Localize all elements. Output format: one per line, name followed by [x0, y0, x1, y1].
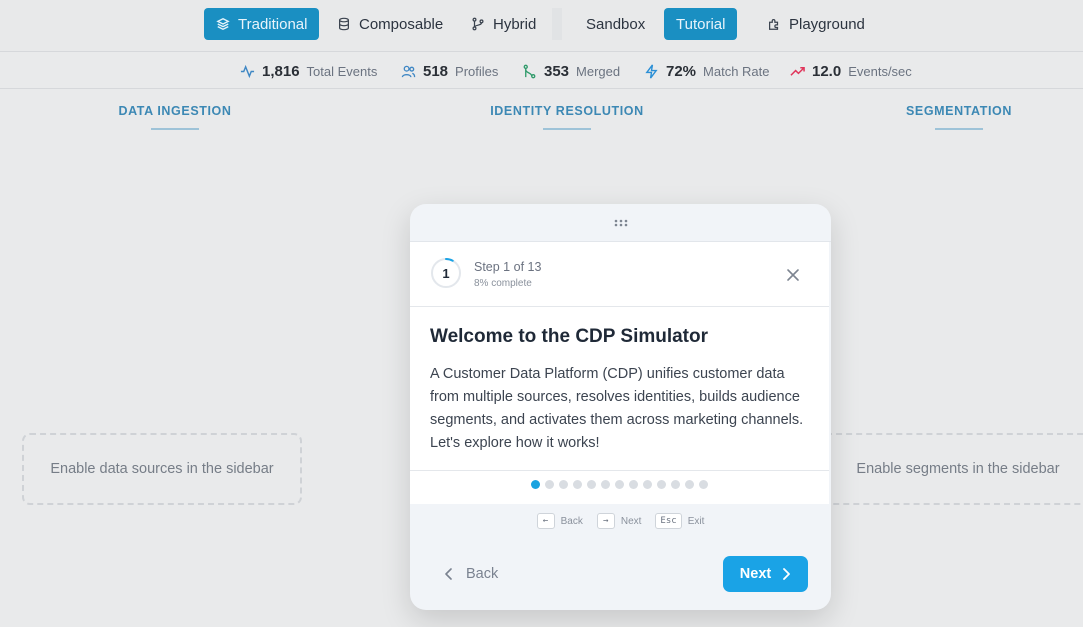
- chevron-left-icon: [445, 568, 452, 580]
- stat-label: Match Rate: [703, 63, 770, 79]
- column-heading-segmentation: SEGMENTATION: [905, 104, 1013, 118]
- zap-icon: [645, 64, 658, 78]
- step-dot[interactable]: [615, 480, 624, 489]
- next-button[interactable]: Next: [723, 556, 808, 592]
- users-icon: [401, 65, 416, 77]
- nav-sandbox-button[interactable]: Sandbox: [574, 8, 657, 40]
- data-sources-empty-state: Enable data sources in the sidebar: [22, 433, 302, 505]
- hint-label: Next: [620, 515, 642, 527]
- close-icon[interactable]: [784, 266, 802, 284]
- column-underline: [543, 128, 591, 130]
- step-dot[interactable]: [601, 480, 610, 489]
- stat-label: Merged: [576, 63, 621, 79]
- step-counter: Step 1 of 13: [474, 260, 542, 274]
- divider: [410, 306, 829, 307]
- key-escape: Esc: [655, 513, 682, 529]
- step-number: 1: [442, 265, 450, 281]
- back-button[interactable]: Back: [444, 560, 498, 588]
- database-icon: [339, 17, 349, 31]
- grip-icon: [614, 219, 627, 226]
- hint-back: ← Back: [536, 513, 583, 529]
- step-dot[interactable]: [699, 480, 708, 489]
- step-dot[interactable]: [587, 480, 596, 489]
- nav-traditional-button[interactable]: Traditional: [204, 8, 320, 40]
- stat-value: 1,816: [262, 62, 300, 80]
- tutorial-modal: 1 Step 1 of 13 8% complete Welcome to th…: [410, 204, 831, 610]
- back-label: Back: [466, 566, 499, 582]
- tutorial-title: Welcome to the CDP Simulator: [430, 326, 709, 347]
- column-underline: [935, 128, 983, 130]
- top-nav: Traditional Composable Hybrid Sandbox Tu…: [0, 0, 1083, 52]
- git-branch-icon: [472, 17, 484, 31]
- stat-total-events: 1,816 Total Events: [240, 53, 377, 89]
- next-label: Next: [739, 566, 772, 582]
- layers-icon: [216, 18, 230, 30]
- column-heading-identity-resolution: IDENTITY RESOLUTION: [490, 104, 644, 118]
- segments-empty-state: Enable segments in the sidebar: [818, 433, 1083, 505]
- step-dot[interactable]: [657, 480, 666, 489]
- divider: [410, 470, 829, 471]
- stat-label: Events/sec: [848, 63, 912, 79]
- step-dot[interactable]: [573, 480, 582, 489]
- column-heading-data-ingestion: DATA INGESTION: [118, 104, 232, 118]
- step-dot[interactable]: [545, 480, 554, 489]
- hint-next: → Next: [596, 513, 642, 529]
- stat-merged: 353 Merged: [522, 53, 620, 89]
- step-dot[interactable]: [643, 480, 652, 489]
- stat-profiles: 518 Profiles: [401, 53, 498, 89]
- stat-value: 518: [423, 62, 449, 80]
- nav-playground-button[interactable]: Playground: [755, 8, 877, 40]
- stat-label: Profiles: [455, 63, 499, 79]
- stat-value: 72%: [666, 62, 697, 80]
- trending-up-icon: [790, 66, 805, 76]
- nav-hybrid-button[interactable]: Hybrid: [459, 8, 548, 40]
- tutorial-card: 1 Step 1 of 13 8% complete Welcome to th…: [410, 242, 829, 504]
- nav-tutorial-button[interactable]: Tutorial: [664, 8, 738, 40]
- step-dot[interactable]: [531, 480, 540, 489]
- key-left-arrow: ←: [536, 513, 555, 529]
- stat-value: 12.0: [812, 62, 842, 80]
- puzzle-icon: [769, 19, 779, 30]
- stat-label: Total Events: [306, 63, 378, 79]
- tutorial-body: A Customer Data Platform (CDP) unifies c…: [430, 366, 804, 451]
- nav-tutorial-label: Tutorial: [676, 15, 726, 33]
- stat-events-per-sec: 12.0 Events/sec: [790, 53, 912, 89]
- step-dot[interactable]: [629, 480, 638, 489]
- column-underline: [151, 128, 199, 130]
- hint-label: Exit: [687, 515, 705, 527]
- chevron-right-icon: [783, 568, 791, 580]
- drag-handle[interactable]: [410, 204, 831, 242]
- step-dot[interactable]: [671, 480, 680, 489]
- step-indicator: [410, 480, 829, 492]
- stats-bar: 1,816 Total Events 518 Profiles 353 Merg…: [0, 53, 1083, 89]
- key-right-arrow: →: [596, 513, 615, 529]
- step-dot[interactable]: [685, 480, 694, 489]
- nav-sandbox-label: Sandbox: [586, 15, 646, 33]
- activity-icon: [240, 64, 255, 78]
- nav-hybrid-label: Hybrid: [493, 15, 537, 33]
- merge-icon: [523, 64, 536, 78]
- nav-divider: [552, 8, 562, 40]
- nav-composable-button[interactable]: Composable: [325, 8, 455, 40]
- keyboard-hints: ← Back → Next Esc Exit: [410, 510, 831, 532]
- progress-label: 8% complete: [474, 278, 532, 289]
- stat-value: 353: [544, 62, 570, 80]
- nav-composable-label: Composable: [359, 15, 444, 33]
- step-dot[interactable]: [559, 480, 568, 489]
- stat-match-rate: 72% Match Rate: [644, 53, 770, 89]
- nav-traditional-label: Traditional: [238, 15, 308, 33]
- hint-exit: Esc Exit: [655, 513, 704, 529]
- hint-label: Back: [560, 515, 583, 527]
- nav-playground-label: Playground: [789, 15, 865, 33]
